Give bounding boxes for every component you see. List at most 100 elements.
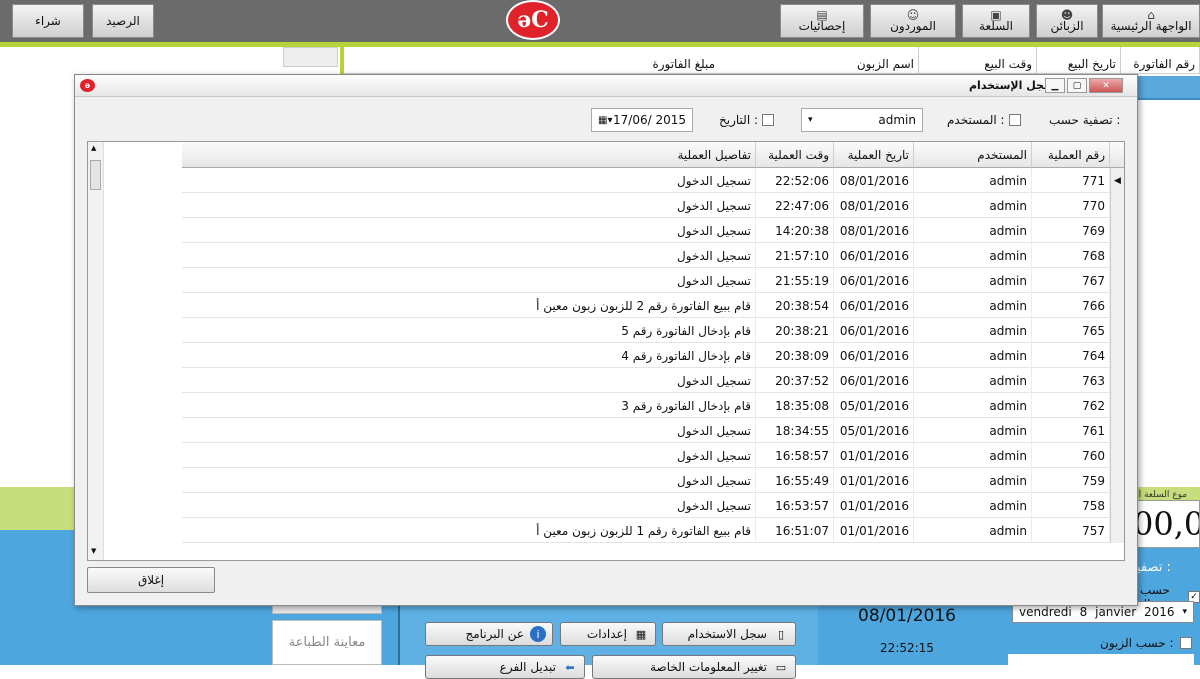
cell-time: 20:38:54 <box>756 293 834 318</box>
stats-button[interactable]: ▤ إحصائيات <box>780 4 864 38</box>
about-button[interactable]: عن البرنامج i <box>425 622 553 646</box>
close-button[interactable]: إغلاق <box>87 567 215 593</box>
table-row[interactable]: 757 admin 01/01/2016 16:51:07 قام ببيع الفات… <box>182 518 1124 543</box>
table-row[interactable]: 764 admin 06/01/2016 20:38:09 قام بإدخال الف… <box>182 343 1124 368</box>
row-header[interactable] <box>1110 193 1124 218</box>
cell-id: 768 <box>1032 243 1110 268</box>
calendar-icon[interactable]: ▦▾ <box>598 115 612 126</box>
table-row[interactable]: 768 admin 06/01/2016 21:57:10 تسجيل الدخول <box>182 243 1124 268</box>
column-header-label: المستخدم <box>977 147 1027 162</box>
cell-date: 06/01/2016 <box>834 368 914 393</box>
usage-log-button[interactable]: سجل الاستخدام ▯ <box>662 622 796 646</box>
table-row[interactable]: 761 admin 05/01/2016 18:34:55 تسجيل الدخول <box>182 418 1124 443</box>
cell-user: admin <box>914 368 1032 393</box>
user-select[interactable]: ▾ admin <box>801 108 923 132</box>
about-label: عن البرنامج <box>465 627 524 641</box>
scroll-up-icon[interactable]: ▲ <box>91 144 96 152</box>
close-icon[interactable]: ✕ <box>1089 78 1123 93</box>
balance-button[interactable]: الرصيد <box>92 4 154 38</box>
user-select-value: admin <box>878 113 916 127</box>
cell-id: 760 <box>1032 443 1110 468</box>
date-picker[interactable]: ▦▾ 17/06/ 2015 <box>591 108 693 132</box>
table-row[interactable]: 763 admin 06/01/2016 20:37:52 تسجيل الدخول <box>182 368 1124 393</box>
chevron-down-icon[interactable]: ▾ <box>808 115 813 125</box>
search-box[interactable] <box>283 47 338 67</box>
cell-user: admin <box>914 343 1032 368</box>
date-filter[interactable]: التاريخ : <box>719 113 775 127</box>
cell-details: تسجيل الدخول <box>182 493 756 518</box>
column-header-id[interactable]: رقم العملية <box>1032 142 1110 168</box>
cell-user: admin <box>914 468 1032 493</box>
filter-by-text: تصفية حسب : <box>1049 113 1121 127</box>
info-icon: i <box>530 626 546 642</box>
row-header[interactable] <box>1110 418 1124 443</box>
purchase-button[interactable]: شراء <box>12 4 84 38</box>
current-row-marker-icon[interactable]: ◀ <box>1110 168 1124 193</box>
switch-branch-button[interactable]: تبديل الفرع ⬅ <box>425 655 585 679</box>
row-header[interactable] <box>1110 518 1124 543</box>
cell-time: 22:47:06 <box>756 193 834 218</box>
table-row[interactable]: 766 admin 06/01/2016 20:38:54 قام ببيع الفات… <box>182 293 1124 318</box>
row-header[interactable] <box>1110 293 1124 318</box>
home-button[interactable]: ⌂ الواجهة الرئيسية <box>1102 4 1200 38</box>
settings-label: إعدادات <box>586 627 627 641</box>
chevron-down-icon[interactable]: ▾ <box>1182 607 1187 617</box>
cell-date: 08/01/2016 <box>834 193 914 218</box>
vertical-scrollbar[interactable]: ▲ ▼ <box>88 142 104 560</box>
products-button[interactable]: ▣ السلعة <box>962 4 1030 38</box>
table-row[interactable]: 759 admin 01/01/2016 16:55:49 تسجيل الدخول <box>182 468 1124 493</box>
change-info-button[interactable]: تغيير المعلومات الخاصة ▭ <box>592 655 796 679</box>
suppliers-button[interactable]: ☺ الموردون <box>870 4 956 38</box>
row-header[interactable] <box>1110 243 1124 268</box>
table-row[interactable]: 770 admin 08/01/2016 22:47:06 تسجيل الدخول <box>182 193 1124 218</box>
cell-date: 05/01/2016 <box>834 393 914 418</box>
header-label: مبلغ الفاتورة <box>652 57 715 71</box>
dialog-titlebar[interactable]: ǝ سجل الإستخدام ▁ ▢ ✕ <box>75 75 1137 97</box>
column-header-time[interactable]: وقت العملية <box>756 142 834 168</box>
column-header-user[interactable]: المستخدم <box>914 142 1032 168</box>
column-header-label: رقم العملية <box>1047 147 1105 162</box>
current-date: 08/01/2016 <box>858 606 956 626</box>
close-button-label: إغلاق <box>137 573 165 587</box>
column-header-details[interactable]: تفاصيل العملية <box>182 142 756 168</box>
table-row[interactable]: 767 admin 06/01/2016 21:55:19 تسجيل الدخول <box>182 268 1124 293</box>
user-filter[interactable]: المستخدم : <box>947 113 1021 127</box>
settings-button[interactable]: إعدادات ▦ <box>560 622 656 646</box>
customers-button[interactable]: ☻ الزبائن <box>1036 4 1098 38</box>
minimize-button[interactable]: ▁ <box>1045 78 1065 93</box>
row-header[interactable] <box>1110 468 1124 493</box>
cell-time: 20:38:09 <box>756 343 834 368</box>
row-header[interactable] <box>1110 368 1124 393</box>
user-filter-checkbox[interactable] <box>1008 114 1021 126</box>
table-row[interactable]: 762 admin 05/01/2016 18:35:08 قام بإدخال الف… <box>182 393 1124 418</box>
table-row[interactable]: 769 admin 08/01/2016 14:20:38 تسجيل الدخول <box>182 218 1124 243</box>
row-header[interactable] <box>1110 493 1124 518</box>
scrollbar-thumb[interactable] <box>90 160 101 190</box>
filter-by-label: تصفية حسب : <box>1049 113 1120 127</box>
row-header[interactable] <box>1110 393 1124 418</box>
date-filter-checkbox[interactable] <box>762 114 775 126</box>
filter-by-customer[interactable]: حسب الزبون : <box>1100 636 1192 650</box>
table-row[interactable]: 771 admin 08/01/2016 22:52:06 تسجيل الدخول <box>182 168 1124 193</box>
invoice-number-header: رقم الفاتورة <box>1121 47 1200 73</box>
maximize-button[interactable]: ▢ <box>1067 78 1087 93</box>
cell-time: 21:55:19 <box>756 268 834 293</box>
row-header[interactable] <box>1110 343 1124 368</box>
table-row[interactable]: 760 admin 01/01/2016 16:58:57 تسجيل الدخول <box>182 443 1124 468</box>
cell-id: 763 <box>1032 368 1110 393</box>
stats-icon: ▤ <box>816 8 828 22</box>
table-row[interactable]: 765 admin 06/01/2016 20:38:21 قام بإدخال الف… <box>182 318 1124 343</box>
row-header[interactable] <box>1110 318 1124 343</box>
row-header[interactable] <box>1110 443 1124 468</box>
column-header-date[interactable]: تاريخ العملية <box>834 142 914 168</box>
row-header[interactable] <box>1110 268 1124 293</box>
filter-by-customer-checkbox[interactable] <box>1179 637 1192 649</box>
cell-user: admin <box>914 168 1032 193</box>
row-header[interactable] <box>1110 218 1124 243</box>
customer-select[interactable] <box>1008 654 1194 665</box>
cell-details: تسجيل الدخول <box>182 443 756 468</box>
scroll-down-icon[interactable]: ▼ <box>91 547 96 555</box>
print-preview-button[interactable]: معاينة الطباعة <box>272 620 382 665</box>
cell-id: 767 <box>1032 268 1110 293</box>
table-row[interactable]: 758 admin 01/01/2016 16:53:57 تسجيل الدخول <box>182 493 1124 518</box>
